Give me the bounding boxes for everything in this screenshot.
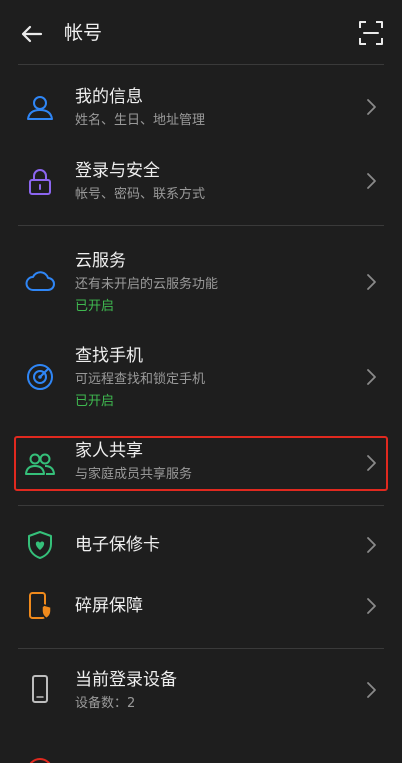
chevron-right-icon [367, 455, 376, 471]
chevron-right-icon [367, 598, 376, 614]
back-arrow-icon[interactable] [18, 20, 46, 48]
app-header: 帐号 [0, 0, 402, 64]
chevron-right-icon [367, 99, 376, 115]
family-icon [25, 453, 55, 475]
header-divider [18, 64, 384, 65]
radar-icon [27, 364, 53, 390]
list-item-logged-in-devices[interactable]: 当前登录设备 设备数：2 [0, 655, 402, 725]
section-divider [18, 225, 384, 226]
status-badge: 已开启 [75, 299, 115, 314]
item-title: 电子保修卡 [75, 535, 160, 555]
cloud-icon [25, 271, 55, 291]
list-item-family-sharing[interactable]: 家人共享 与家庭成员共享服务 [0, 436, 402, 491]
item-title: 云服务 [75, 251, 126, 271]
item-title: 登录与安全 [75, 161, 160, 181]
chevron-right-icon [367, 682, 376, 698]
item-subtitle: 设备数：2 [75, 696, 136, 711]
person-icon [27, 96, 53, 120]
item-title: 我的信息 [75, 87, 143, 107]
item-title: 查找手机 [75, 346, 143, 366]
status-badge: 已开启 [75, 394, 115, 409]
chevron-right-icon [367, 369, 376, 385]
list-item-find-phone[interactable]: 查找手机 可远程查找和锁定手机 已开启 [0, 335, 402, 419]
list-item-cloud-service[interactable]: 云服务 还有未开启的云服务功能 已开启 [0, 240, 402, 324]
item-subtitle: 姓名、生日、地址管理 [75, 113, 206, 128]
section-divider [18, 505, 384, 506]
item-title: 碎屏保障 [75, 596, 143, 616]
list-item-my-info[interactable]: 我的信息 姓名、生日、地址管理 [0, 73, 402, 143]
list-item-warranty-card[interactable]: 电子保修卡 [0, 515, 402, 575]
shield-heart-icon [28, 531, 52, 559]
item-title: 当前登录设备 [75, 670, 177, 690]
lock-icon [29, 169, 51, 195]
list-item-screen-protection[interactable]: 碎屏保障 [0, 576, 402, 636]
page-title: 帐号 [64, 22, 103, 44]
chevron-right-icon [367, 537, 376, 553]
item-subtitle: 可远程查找和锁定手机 [75, 372, 206, 387]
partial-list-item-icon [24, 755, 56, 763]
phone-shield-icon [29, 592, 52, 620]
item-title: 家人共享 [75, 441, 143, 461]
item-subtitle: 帐号、密码、联系方式 [75, 187, 206, 202]
section-divider [18, 648, 384, 649]
list-item-login-security[interactable]: 登录与安全 帐号、密码、联系方式 [0, 147, 402, 217]
item-subtitle: 还有未开启的云服务功能 [75, 277, 219, 292]
item-subtitle: 与家庭成员共享服务 [75, 467, 193, 482]
phone-icon [32, 675, 48, 703]
chevron-right-icon [367, 274, 376, 290]
chevron-right-icon [367, 173, 376, 189]
scan-icon[interactable] [358, 20, 384, 46]
